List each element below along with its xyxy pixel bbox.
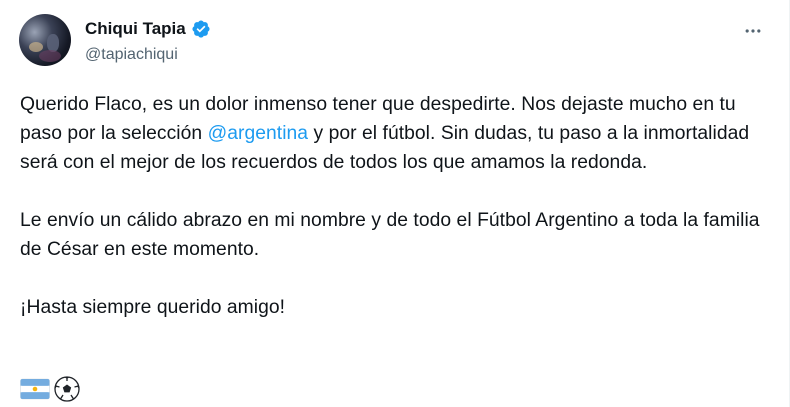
tweet-text: Querido Flaco, es un dolor inmenso tener…: [20, 90, 780, 322]
author-name-row: Chiqui Tapia: [85, 18, 211, 40]
display-name[interactable]: Chiqui Tapia: [85, 18, 186, 40]
avatar[interactable]: [19, 14, 71, 66]
tweet-paragraph-2: Le envío un cálido abrazo en mi nombre y…: [20, 210, 760, 260]
verified-badge-icon: [192, 20, 210, 38]
emoji-row: [20, 376, 80, 402]
more-options-icon: [745, 29, 761, 33]
tweet-paragraph-3: ¡Hasta siempre querido amigo!: [20, 297, 286, 318]
tweet-paragraph-1: Querido Flaco, es un dolor inmenso tener…: [20, 90, 780, 177]
more-options-button[interactable]: [740, 18, 766, 44]
argentina-flag-emoji: [20, 378, 50, 400]
soccer-ball-emoji: [54, 376, 80, 402]
user-handle[interactable]: @tapiachiqui: [85, 45, 178, 65]
tweet-card: Chiqui Tapia @tapiachiqui Querido Flaco,…: [0, 0, 790, 407]
mention-link[interactable]: @argentina: [208, 123, 308, 144]
